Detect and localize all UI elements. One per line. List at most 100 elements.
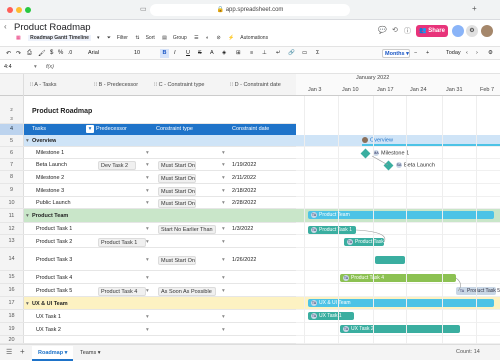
decimal-icon[interactable]: .0 xyxy=(68,50,72,56)
view-chevron-down-icon[interactable]: ▾ xyxy=(97,35,100,41)
link-icon[interactable]: 🔗 xyxy=(288,50,295,56)
formula-input[interactable] xyxy=(60,62,490,72)
task-name[interactable]: Product Task 5 xyxy=(36,288,72,294)
task-name[interactable]: Milestone 3 xyxy=(36,188,64,194)
collapse-chevron-icon[interactable]: ▾ xyxy=(26,301,29,307)
task-name[interactable]: Product Task 4 xyxy=(36,275,72,281)
constraint-date[interactable]: 2/11/2022 xyxy=(232,175,256,181)
row-number[interactable]: 4 xyxy=(0,124,24,135)
task-name[interactable]: Milestone 2 xyxy=(36,175,64,181)
constraint-type-chip[interactable]: Must Start On xyxy=(158,161,196,170)
column-a-header[interactable]: ⁞⁞ A - Tasks xyxy=(30,82,57,88)
info-icon[interactable]: ⓘ xyxy=(404,26,411,36)
group-button[interactable]: Group xyxy=(173,35,187,41)
sidebar-toggle-icon[interactable]: ▭ xyxy=(140,5,147,13)
row-number[interactable]: 11 xyxy=(0,209,24,222)
constraint-dropdown-icon[interactable]: ▾ xyxy=(222,150,225,156)
new-tab-icon[interactable]: + xyxy=(472,4,477,13)
comment-add-icon[interactable]: ▭ xyxy=(302,50,307,56)
zoom-in-icon[interactable]: + xyxy=(426,50,429,56)
predecessor-chip[interactable]: Dev Task 2 xyxy=(98,161,136,170)
text-color-icon[interactable]: A xyxy=(210,50,214,56)
color-icon[interactable]: ◐ xyxy=(206,35,209,41)
minimize-window-dot[interactable] xyxy=(16,7,22,13)
history-icon[interactable]: ⟲ xyxy=(392,26,398,34)
row-number[interactable]: 19 xyxy=(0,323,24,335)
predecessor-chip[interactable]: Product Task 1 FF xyxy=(98,238,146,254)
automations-button[interactable]: Automations xyxy=(240,35,268,41)
overview-summary-bar[interactable] xyxy=(362,144,500,146)
product-task-3-bar[interactable] xyxy=(375,256,405,264)
filter-icon[interactable]: ⏷ xyxy=(107,35,111,41)
constraint-type-header[interactable]: Constraint type xyxy=(156,126,193,132)
timescale-select[interactable]: Months ▾ xyxy=(382,49,410,58)
prev-period-icon[interactable]: ‹ xyxy=(466,50,468,56)
constraint-type-chip[interactable]: Start No Earlier Than xyxy=(158,225,216,234)
select-all-corner[interactable] xyxy=(0,74,24,96)
task-name[interactable]: Public Launch xyxy=(36,200,71,206)
predecessor-dropdown-icon[interactable]: ▾ xyxy=(146,239,149,245)
ux-task-1-bar[interactable]: TA UX Task 1 xyxy=(308,312,354,320)
back-icon[interactable]: ‹ xyxy=(4,22,7,31)
constraint-type-chip[interactable]: As Soon As Possible xyxy=(158,287,216,296)
constraint-dropdown-icon[interactable]: ▾ xyxy=(222,226,225,232)
product-task-4-bar[interactable]: TA Product Task 4 xyxy=(340,274,456,282)
row-number[interactable]: 9 xyxy=(0,184,24,196)
tasks-header[interactable]: Tasks xyxy=(32,126,46,132)
predecessor-dropdown-icon[interactable]: ▾ xyxy=(146,288,149,294)
gantt-settings-icon[interactable]: ⚙ xyxy=(488,50,493,56)
row-number[interactable]: 14 xyxy=(0,248,24,270)
task-name[interactable]: Product Task 3 xyxy=(36,257,72,263)
print-icon[interactable]: ⎙ xyxy=(27,50,32,57)
bold-button[interactable]: B xyxy=(160,49,169,58)
automations-icon[interactable]: ⚡ xyxy=(228,35,234,41)
hide-icon[interactable]: ⊘ xyxy=(216,35,220,41)
predecessor-dropdown-icon[interactable]: ▾ xyxy=(146,200,149,206)
task-name[interactable]: Product Task 2 xyxy=(36,239,72,245)
ux-team-summary-bar[interactable]: TA UX & UI Team xyxy=(308,299,494,307)
group-task-name[interactable]: UX & UI Team xyxy=(32,301,68,307)
font-family-select[interactable]: Arial xyxy=(88,50,99,56)
task-name[interactable]: UX Task 1 xyxy=(36,314,61,320)
constraint-date-header[interactable]: Constraint date xyxy=(232,126,269,132)
cell-reference[interactable]: 4:4 xyxy=(4,64,12,70)
row-number[interactable]: 8 xyxy=(0,171,24,183)
next-period-icon[interactable]: › xyxy=(476,50,478,56)
constraint-dropdown-icon[interactable]: ▾ xyxy=(222,200,225,206)
add-sheet-icon[interactable]: + xyxy=(20,347,25,356)
constraint-dropdown-icon[interactable]: ▾ xyxy=(222,257,225,263)
product-task-2-bar[interactable]: TA Product Task 2 xyxy=(344,238,388,246)
column-c-header[interactable]: ⁞⁞ C - Constraint type xyxy=(154,82,204,88)
row-number[interactable]: 10 xyxy=(0,197,24,208)
align-left-icon[interactable]: ≡ xyxy=(250,50,253,56)
predecessor-header[interactable]: Predecessor xyxy=(96,126,127,132)
row-number[interactable]: 17 xyxy=(0,297,24,309)
tab-teams[interactable]: Teams ▾ xyxy=(74,346,107,361)
predecessor-dropdown-icon[interactable]: ▾ xyxy=(146,257,149,263)
row-number[interactable]: 16 xyxy=(0,284,24,296)
task-name[interactable]: Milestone 1 xyxy=(36,150,64,156)
constraint-dropdown-icon[interactable]: ▾ xyxy=(222,288,225,294)
align-middle-icon[interactable]: ⊥ xyxy=(262,50,267,56)
row-number[interactable]: 18 xyxy=(0,310,24,322)
collapse-chevron-icon[interactable]: ▾ xyxy=(26,138,29,144)
sort-button[interactable]: Sort xyxy=(146,35,155,41)
column-menu-icon[interactable]: ▾ xyxy=(86,125,94,133)
predecessor-dropdown-icon[interactable]: ▾ xyxy=(146,188,149,194)
underline-button[interactable]: U xyxy=(186,50,190,56)
constraint-type-chip[interactable]: Must Start On xyxy=(158,199,196,208)
avatar-1[interactable] xyxy=(452,25,464,37)
row-number[interactable]: 7 xyxy=(0,159,24,170)
borders-icon[interactable]: ⊞ xyxy=(236,50,241,56)
currency-icon[interactable]: $ xyxy=(50,50,53,56)
task-name[interactable]: Beta Launch xyxy=(36,162,67,168)
function-icon[interactable]: Σ xyxy=(316,50,319,56)
constraint-date[interactable]: 1/26/2022 xyxy=(232,257,256,263)
font-size-select[interactable]: 10 xyxy=(134,50,140,56)
row-height-icon[interactable]: ☰ xyxy=(194,35,198,41)
fill-color-icon[interactable]: ◈ xyxy=(222,50,226,56)
tab-roadmap[interactable]: Roadmap ▾ xyxy=(32,346,74,361)
share-button[interactable]: 👥 Share xyxy=(416,25,448,37)
constraint-date[interactable]: 1/3/2022 xyxy=(232,226,253,232)
all-sheets-icon[interactable]: ☰ xyxy=(6,348,12,356)
